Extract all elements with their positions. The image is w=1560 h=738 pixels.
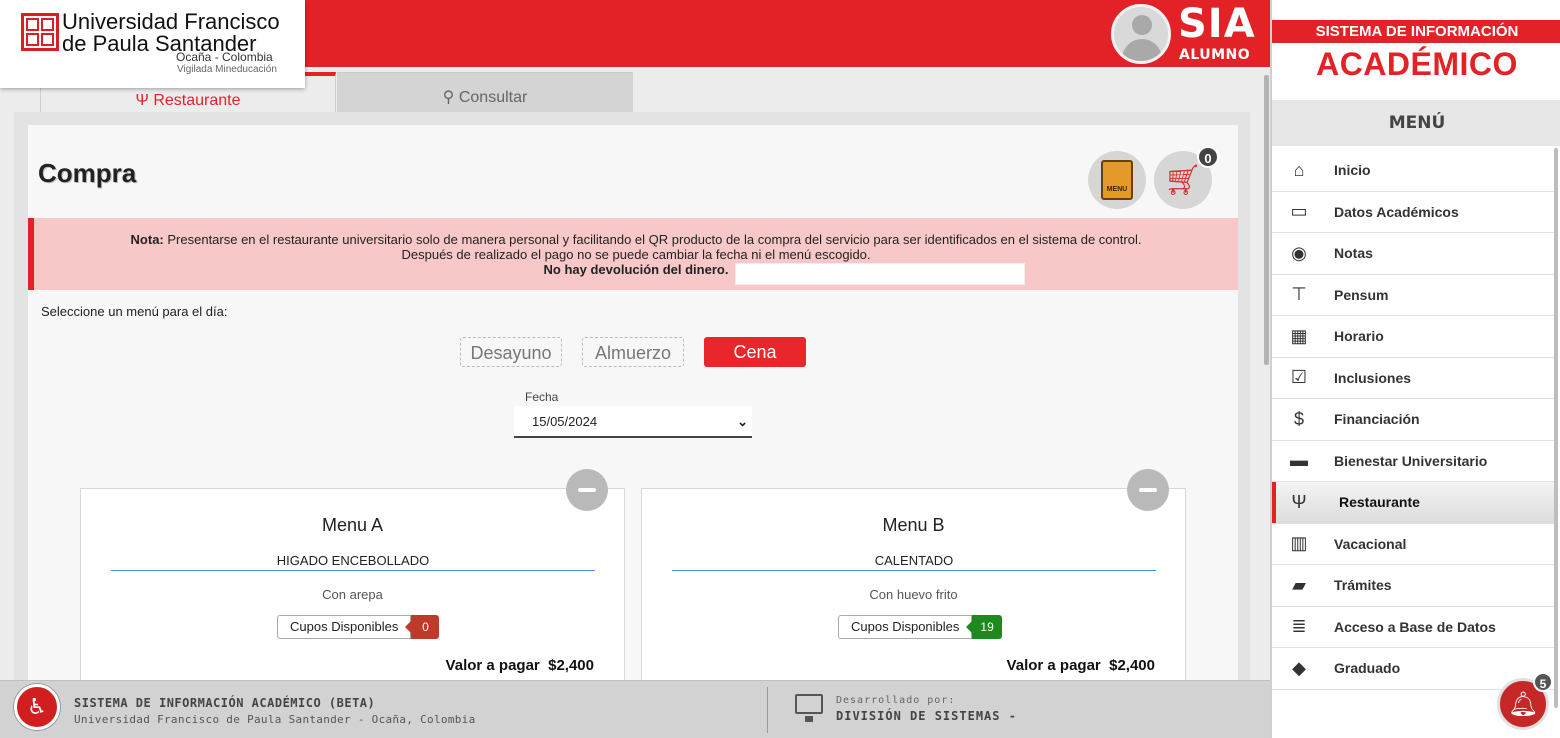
sidebar-scrollbar[interactable] <box>1554 148 1558 708</box>
main-scrollbar[interactable] <box>1264 75 1269 365</box>
menu-dish: HIGADO ENCEBOLLADO <box>111 553 595 571</box>
sidebar-item-label: Inicio <box>1334 162 1371 179</box>
almuerzo-button[interactable]: Almuerzo <box>582 337 684 367</box>
accessibility-button[interactable]: ♿︎ <box>14 684 60 730</box>
date-select[interactable]: 15/05/2024 ⌄ <box>514 406 752 438</box>
sidebar-item-label: Acceso a Base de Datos <box>1334 618 1496 635</box>
graduation-cap-icon: ◆ <box>1292 657 1306 678</box>
sidebar-item-label: Datos Académicos <box>1334 203 1459 220</box>
bell-icon: 🔔︎ <box>1507 690 1539 718</box>
menu-card-a: Menu A HIGADO ENCEBOLLADO Con arepa Cupo… <box>80 488 625 688</box>
calendar-icon: ▦ <box>1290 325 1308 346</box>
cupos-disponibles: Cupos Disponibles 0 <box>277 615 440 639</box>
search-icon: ⚲ <box>442 89 455 106</box>
developer-name: DIVISIÓN DE SISTEMAS - <box>836 709 1017 723</box>
sidebar-item-pensum[interactable]: ⊤ Pensum <box>1272 275 1556 316</box>
sitemap-icon: ⊤ <box>1291 284 1307 305</box>
sidebar-item-label: Vacacional <box>1334 535 1407 552</box>
minus-icon <box>1139 488 1157 492</box>
sidebar-item-label: Financiación <box>1334 411 1420 428</box>
minus-icon <box>578 488 596 492</box>
sidebar-menu-title: MENÚ <box>1272 100 1560 146</box>
desayuno-button[interactable]: Desayuno <box>460 337 562 367</box>
tab-consultar[interactable]: ⚲ Consultar <box>337 72 633 112</box>
menu-side: Con arepa <box>322 587 383 602</box>
note-banner: Nota: Presentarse en el restaurante univ… <box>28 218 1238 290</box>
notification-count-badge: 5 <box>1533 672 1553 692</box>
sidebar-item-restaurante[interactable]: Ψ Restaurante <box>1272 482 1556 524</box>
university-logo[interactable]: Universidad Francisco de Paula Santander… <box>0 0 305 88</box>
cart-count-badge: 0 <box>1197 146 1219 168</box>
sidebar-item-label: Graduado <box>1334 660 1401 677</box>
database-icon: ≣ <box>1291 616 1307 637</box>
cupos-count-badge: 19 <box>966 615 1002 639</box>
menu-title: Menu A <box>321 515 384 535</box>
cupos-count-badge: 0 <box>405 615 440 639</box>
sidebar-item-inicio[interactable]: ⌂ Inicio <box>1272 150 1556 192</box>
university-location: Ocaña - Colombia <box>176 50 273 64</box>
medal-icon: ◉ <box>1291 242 1307 263</box>
id-card-icon: ▭ <box>1290 201 1308 222</box>
app-name: SIA <box>1178 1 1256 47</box>
cena-button[interactable]: Cena <box>704 337 806 367</box>
sidebar-item-datos-academicos[interactable]: ▭ Datos Académicos <box>1272 192 1556 233</box>
utensils-icon: Ψ <box>1291 491 1307 512</box>
sidebar-menu-list: ⌂ Inicio ▭ Datos Académicos ◉ Notas ⊤ Pensum ▦ Ho… <box>1272 150 1556 690</box>
menu-title: Menu B <box>882 515 945 535</box>
app-role: ALUMNO <box>1179 47 1251 63</box>
accessibility-icon: ♿︎ <box>27 694 47 719</box>
sidebar-item-bienestar-universitario[interactable]: ▬ Bienestar Universitario <box>1272 441 1556 482</box>
sidebar-item-label: Trámites <box>1334 577 1392 594</box>
home-icon: ⌂ <box>1293 159 1305 180</box>
sidebar-brand-top: SISTEMA DE INFORMACIÓN <box>1272 20 1560 43</box>
university-tagline: Vigilada Mineducación <box>177 64 277 75</box>
menu-side: Con huevo frito <box>869 587 958 602</box>
menu-card-b: Menu B CALENTADO Con huevo frito Cupos D… <box>641 488 1186 688</box>
sidebar-item-label: Bienestar Universitario <box>1334 452 1488 469</box>
ufps-logo-icon <box>21 13 59 51</box>
folder-icon: ▰ <box>1292 574 1306 595</box>
books-icon: ▥ <box>1290 533 1308 554</box>
university-name: Universidad Francisco de Paula Santander <box>62 9 280 56</box>
sidebar-item-label: Restaurante <box>1339 494 1420 511</box>
note-blank-field <box>735 263 1025 285</box>
remove-menu-a-button[interactable] <box>566 469 608 511</box>
footer-title: SISTEMA DE INFORMACIÓN ACADÉMICO (BETA) <box>74 696 376 710</box>
remove-menu-b-button[interactable] <box>1127 469 1169 511</box>
briefcase-icon: ▬ <box>1290 450 1308 471</box>
sidebar-item-label: Inclusiones <box>1334 369 1412 386</box>
sidebar-item-label: Pensum <box>1334 286 1389 303</box>
chevron-down-icon: ⌄ <box>737 414 748 429</box>
shopping-cart-icon: 🛒︎ <box>1163 163 1203 197</box>
date-label: Fecha <box>525 390 559 404</box>
page-title: Compra <box>38 158 137 188</box>
sidebar-item-label: Horario <box>1334 328 1384 345</box>
menu-book-icon: MENU <box>1101 160 1133 200</box>
checkbox-icon: ☑ <box>1290 367 1308 388</box>
right-sidebar: SISTEMA DE INFORMACIÓN ACADÉMICO MENÚ ⌂ I… <box>1270 0 1560 738</box>
sidebar-item-label: Notas <box>1334 245 1373 262</box>
utensils-icon: Ψ <box>135 92 149 109</box>
menu-select-prompt: Seleccione un menú para el día: <box>41 304 228 319</box>
sidebar-item-vacacional[interactable]: ▥ Vacacional <box>1272 524 1556 565</box>
valor-a-pagar: Valor a pagar $2,400 <box>1006 657 1155 674</box>
monitor-icon <box>795 694 823 722</box>
cupos-disponibles: Cupos Disponibles 19 <box>838 615 1002 639</box>
sidebar-item-tramites[interactable]: ▰ Trámites <box>1272 565 1556 607</box>
menu-book-button[interactable]: MENU <box>1088 151 1146 209</box>
footer-subtitle: Universidad Francisco de Paula Santander… <box>74 713 476 726</box>
footer-divider <box>767 687 768 733</box>
sidebar-item-financiacion[interactable]: $ Financiación <box>1272 399 1556 441</box>
dollar-icon: $ <box>1293 408 1304 429</box>
valor-a-pagar: Valor a pagar $2,400 <box>445 657 594 674</box>
sidebar-item-notas[interactable]: ◉ Notas <box>1272 233 1556 275</box>
developed-by-label: Desarrollado por: <box>836 695 956 706</box>
user-avatar[interactable] <box>1111 4 1171 64</box>
sidebar-item-acceso-a-base-de-datos[interactable]: ≣ Acceso a Base de Datos <box>1272 607 1556 648</box>
menu-dish: CALENTADO <box>672 553 1156 571</box>
sidebar-item-inclusiones[interactable]: ☑ Inclusiones <box>1272 358 1556 399</box>
sidebar-item-horario[interactable]: ▦ Horario <box>1272 316 1556 358</box>
sidebar-brand-main: ACADÉMICO <box>1316 46 1518 82</box>
